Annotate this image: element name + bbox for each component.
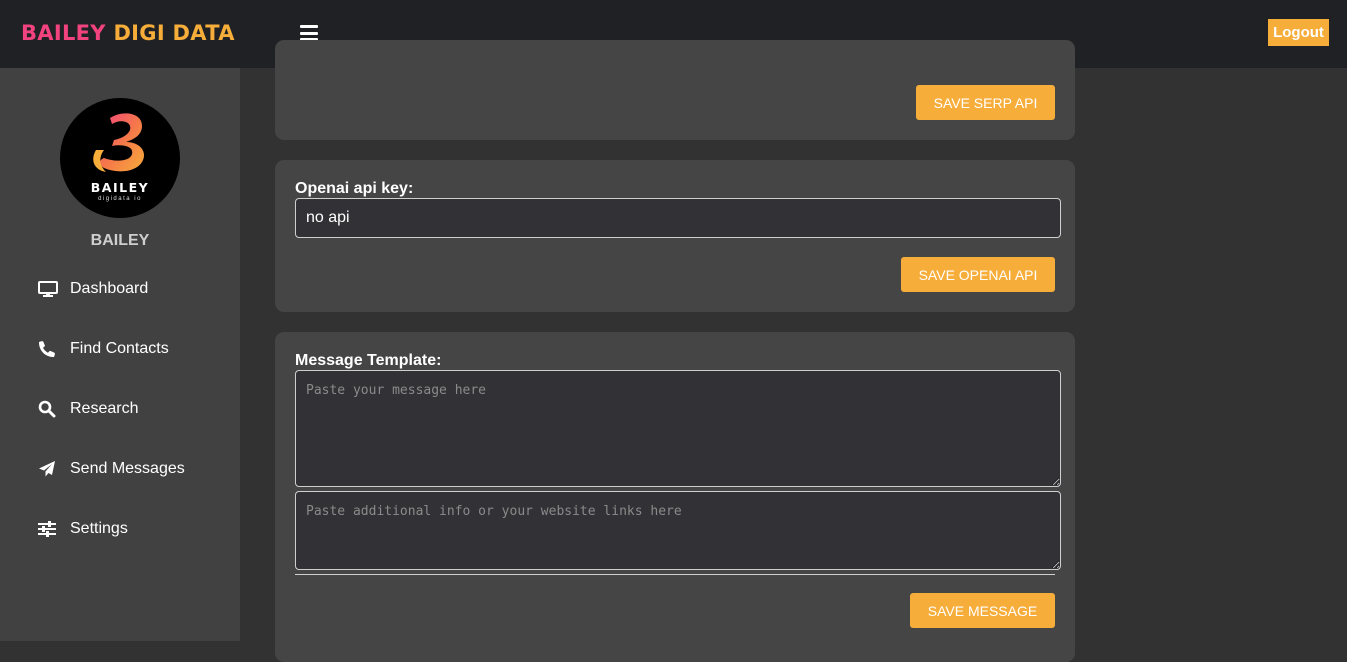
brand-logo[interactable]: BAILEY DIGI DATA [21, 21, 235, 45]
sidebar: BAILEY digidata io BAILEY Dashboard Find… [0, 68, 240, 641]
username: BAILEY [90, 232, 150, 249]
sidebar-item-dashboard[interactable]: Dashboard [38, 276, 148, 302]
monitor-icon [38, 280, 60, 298]
save-serp-api-button[interactable]: SAVE SERP API [916, 85, 1055, 120]
sidebar-item-label: Dashboard [70, 280, 149, 297]
divider [295, 574, 1055, 575]
serp-api-card: SAVE SERP API [275, 40, 1075, 140]
openai-api-key-label: Openai api key: [295, 180, 414, 197]
message-template-textarea[interactable] [295, 370, 1061, 487]
additional-info-textarea[interactable] [295, 491, 1061, 570]
sidebar-item-settings[interactable]: Settings [38, 516, 128, 542]
hamburger-icon[interactable] [300, 25, 318, 41]
sidebar-item-research[interactable]: Research [38, 396, 138, 422]
search-icon [38, 400, 60, 418]
sidebar-item-label: Send Messages [70, 460, 185, 477]
phone-icon [38, 340, 60, 358]
brand-name-part2: DIGI DATA [113, 21, 235, 45]
sidebar-item-label: Settings [70, 520, 128, 537]
brand-name-part1: BAILEY [21, 21, 106, 45]
sidebar-item-send-messages[interactable]: Send Messages [38, 456, 185, 482]
save-openai-api-button[interactable]: SAVE OPENAI API [901, 257, 1055, 292]
sidebar-item-find-contacts[interactable]: Find Contacts [38, 336, 169, 362]
message-template-card: Message Template: SAVE MESSAGE [275, 332, 1075, 662]
save-message-button[interactable]: SAVE MESSAGE [910, 593, 1055, 628]
avatar: BAILEY digidata io [60, 98, 180, 218]
paper-plane-icon [38, 460, 60, 478]
openai-api-key-input[interactable] [295, 198, 1061, 238]
avatar-logo-subtext: digidata io [98, 196, 142, 202]
avatar-logo-text: BAILEY [90, 180, 150, 195]
sidebar-item-label: Research [70, 400, 139, 417]
message-template-label: Message Template: [295, 352, 442, 369]
logout-button[interactable]: Logout [1268, 19, 1329, 46]
sliders-icon [38, 520, 60, 538]
sidebar-item-label: Find Contacts [70, 340, 169, 357]
openai-api-card: Openai api key: SAVE OPENAI API [275, 160, 1075, 312]
